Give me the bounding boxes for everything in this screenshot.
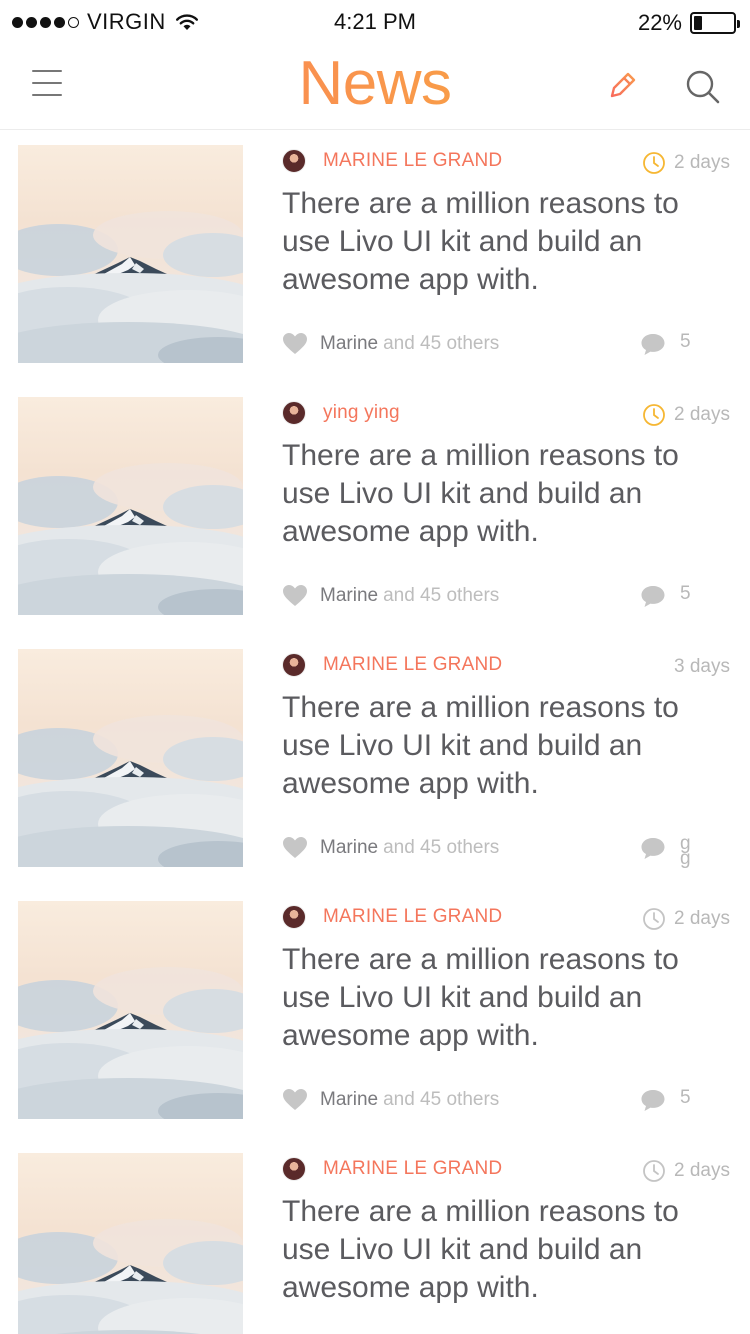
author-name[interactable]: MARINE LE GRAND — [323, 654, 502, 676]
time-ago: 2 days — [674, 152, 730, 173]
mountain-clouds-image — [18, 145, 243, 363]
article-headline[interactable]: There are a million reasons to use Livo … — [282, 941, 722, 1055]
likes-row[interactable]: Marine and 45 others — [282, 834, 499, 862]
article-thumbnail[interactable] — [18, 397, 243, 615]
author-name[interactable]: ying ying — [323, 402, 400, 424]
liker-name[interactable]: Marine — [320, 1089, 378, 1111]
article-thumbnail[interactable] — [18, 1153, 243, 1334]
article-thumbnail[interactable] — [18, 649, 243, 867]
liker-name[interactable]: Marine — [320, 585, 378, 607]
comments-button[interactable]: 5 — [640, 1086, 691, 1114]
comments-button[interactable]: 5 — [640, 582, 691, 610]
likes-row[interactable]: Marine and 45 others — [282, 330, 499, 358]
clock-icon — [643, 152, 665, 174]
mountain-clouds-image — [18, 397, 243, 615]
battery-percentage: 22% — [637, 10, 682, 35]
liker-name[interactable]: Marine — [320, 333, 378, 355]
heart-icon[interactable] — [282, 584, 308, 608]
likes-others[interactable]: and 45 others — [383, 333, 499, 355]
news-card[interactable]: MARINE LE GRAND 2 days There are a milli… — [0, 886, 750, 1138]
signal-strength-icon — [12, 16, 79, 28]
author-row[interactable]: MARINE LE GRAND — [282, 148, 502, 174]
news-screen: VIRGIN 4:21 PM 22% News MARINE LE GRAND … — [0, 0, 750, 1334]
comment-count: 5 — [680, 331, 691, 352]
comment-bubble-icon[interactable] — [640, 836, 666, 860]
comment-bubble-icon[interactable] — [640, 1088, 666, 1112]
likes-row[interactable]: Marine and 45 others — [282, 1086, 499, 1114]
comment-bubble-icon[interactable] — [640, 584, 666, 608]
comment-count: 5 — [680, 583, 691, 604]
post-time: 2 days — [642, 150, 730, 176]
author-row[interactable]: MARINE LE GRAND — [282, 1156, 502, 1182]
post-time: 3 days — [674, 654, 730, 680]
author-avatar[interactable] — [282, 149, 306, 173]
likes-others[interactable]: and 45 others — [383, 585, 499, 607]
author-avatar[interactable] — [282, 653, 306, 677]
comment-count: gg — [680, 833, 691, 869]
mountain-clouds-image — [18, 1153, 243, 1334]
heart-icon[interactable] — [282, 1088, 308, 1112]
compose-pencil-icon[interactable] — [604, 66, 644, 106]
wifi-icon — [175, 14, 198, 30]
comments-button[interactable]: 5 — [640, 330, 691, 358]
news-card[interactable]: MARINE LE GRAND 2 days There are a milli… — [0, 1138, 750, 1334]
post-time: 2 days — [642, 1158, 730, 1184]
article-headline[interactable]: There are a million reasons to use Livo … — [282, 437, 722, 551]
hamburger-menu-icon[interactable] — [32, 70, 62, 100]
article-headline[interactable]: There are a million reasons to use Livo … — [282, 185, 722, 299]
comments-button[interactable]: gg — [640, 834, 692, 868]
author-row[interactable]: ying ying — [282, 400, 400, 426]
time-ago: 2 days — [674, 404, 730, 425]
post-time: 2 days — [642, 402, 730, 428]
article-thumbnail[interactable] — [18, 145, 243, 363]
author-row[interactable]: MARINE LE GRAND — [282, 904, 502, 930]
battery-icon — [690, 12, 740, 34]
comment-bubble-icon[interactable] — [640, 332, 666, 356]
likes-others[interactable]: and 45 others — [383, 1089, 499, 1111]
clock-icon — [643, 908, 665, 930]
search-icon[interactable] — [684, 68, 722, 106]
likes-row[interactable]: Marine and 45 others — [282, 582, 499, 610]
time-ago: 2 days — [674, 908, 730, 929]
mountain-clouds-image — [18, 901, 243, 1119]
article-headline[interactable]: There are a million reasons to use Livo … — [282, 1193, 722, 1307]
article-headline[interactable]: There are a million reasons to use Livo … — [282, 689, 722, 803]
time-ago: 2 days — [674, 1160, 730, 1181]
battery-indicator: 22% — [637, 10, 740, 36]
author-avatar[interactable] — [282, 401, 306, 425]
author-row[interactable]: MARINE LE GRAND — [282, 652, 502, 678]
liker-name[interactable]: Marine — [320, 837, 378, 859]
heart-icon[interactable] — [282, 836, 308, 860]
author-name[interactable]: MARINE LE GRAND — [323, 1158, 502, 1180]
clock-icon — [643, 1160, 665, 1182]
battery-level — [694, 16, 703, 30]
author-avatar[interactable] — [282, 905, 306, 929]
status-bar: VIRGIN 4:21 PM 22% — [0, 0, 750, 44]
news-card[interactable]: MARINE LE GRAND 3 days There are a milli… — [0, 634, 750, 886]
mountain-clouds-image — [18, 649, 243, 867]
news-card[interactable]: ying ying 2 days There are a million rea… — [0, 382, 750, 634]
comment-count: 5 — [680, 1087, 691, 1108]
likes-others[interactable]: and 45 others — [383, 837, 499, 859]
article-thumbnail[interactable] — [18, 901, 243, 1119]
news-card[interactable]: MARINE LE GRAND 2 days There are a milli… — [0, 130, 750, 382]
author-name[interactable]: MARINE LE GRAND — [323, 906, 502, 928]
post-time: 2 days — [642, 906, 730, 932]
heart-icon[interactable] — [282, 332, 308, 356]
author-name[interactable]: MARINE LE GRAND — [323, 150, 502, 172]
time-ago: 3 days — [674, 656, 730, 677]
navigation-bar: News — [0, 44, 750, 130]
clock-icon — [643, 404, 665, 426]
carrier-name: VIRGIN — [87, 9, 166, 34]
news-feed: MARINE LE GRAND 2 days There are a milli… — [0, 130, 750, 1334]
author-avatar[interactable] — [282, 1157, 306, 1181]
